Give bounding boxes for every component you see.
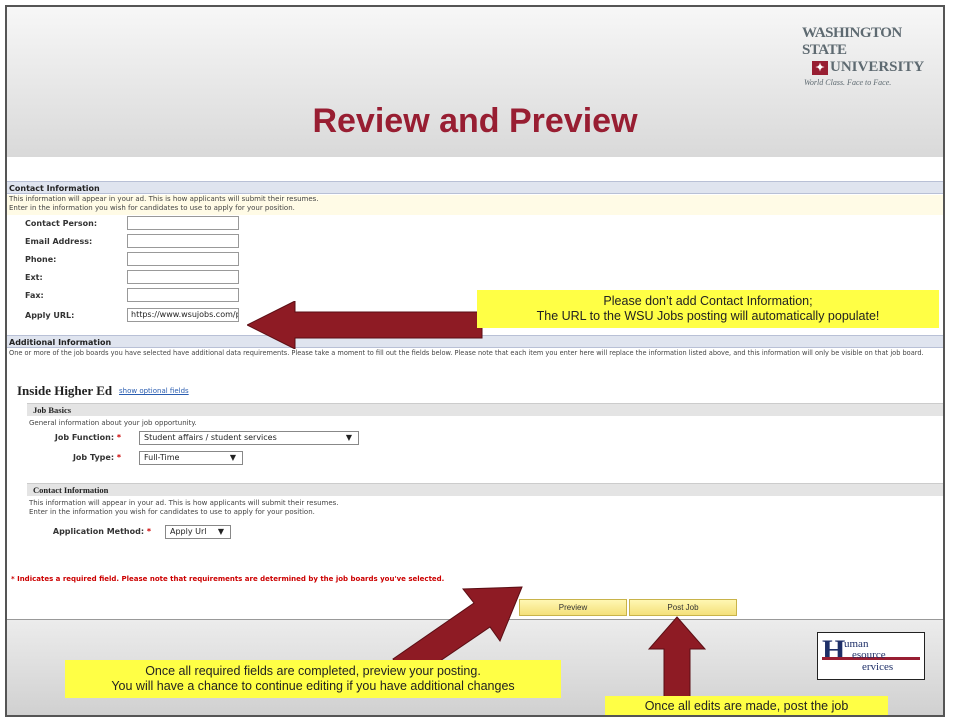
- contact-person-label: Contact Person:: [25, 219, 98, 228]
- required-field-note: * Indicates a required field. Please not…: [11, 575, 445, 583]
- wsu-logo: WASHINGTON STATE ✦ UNIVERSITY World Class…: [802, 25, 932, 87]
- email-address-field[interactable]: [127, 234, 239, 248]
- slide: WASHINGTON STATE ✦ UNIVERSITY World Class…: [5, 5, 945, 717]
- inside-higher-ed-title: Inside Higher Ed: [17, 383, 113, 398]
- apply-url-field[interactable]: https://www.wsujobs.com/po: [127, 308, 239, 322]
- slide-title: Review and Preview: [312, 102, 638, 140]
- wsu-cougar-mark-icon: ✦: [812, 60, 828, 75]
- contact-section-note: This information will appear in your ad.…: [7, 195, 943, 215]
- job-function-select[interactable]: Student affairs / student services ▼: [139, 431, 359, 445]
- phone-label: Phone:: [25, 255, 57, 264]
- phone-field[interactable]: [127, 252, 239, 266]
- hrs-logo: H uman esource ervices: [817, 632, 925, 680]
- post-job-callout: Once all edits are made, post the job: [605, 696, 888, 715]
- contact-section-header: Contact Information: [7, 181, 943, 194]
- additional-section-note: One or more of the job boards you have s…: [7, 349, 943, 360]
- chevron-down-icon: ▼: [217, 527, 224, 536]
- application-method-label: Application Method: *: [52, 527, 151, 536]
- job-type-label: Job Type: *: [72, 453, 121, 462]
- fax-field[interactable]: [127, 288, 239, 302]
- application-method-select[interactable]: Apply Url ▼: [165, 525, 231, 539]
- contact-person-field[interactable]: [127, 216, 239, 230]
- ext-field[interactable]: [127, 270, 239, 284]
- ihe-contact-header: Contact Information: [27, 483, 943, 496]
- arrow-to-post-job-icon: [647, 616, 707, 704]
- ihe-contact-note: This information will appear in your ad.…: [29, 499, 339, 516]
- wsu-logo-line1: WASHINGTON STATE: [802, 25, 902, 58]
- apply-url-label: Apply URL:: [25, 311, 75, 320]
- chevron-down-icon: ▼: [229, 453, 236, 462]
- chevron-down-icon: ▼: [345, 433, 352, 442]
- wsu-logo-line2: UNIVERSITY: [830, 59, 925, 75]
- job-function-label: Job Function: *: [54, 433, 121, 442]
- contact-info-callout: Please don’t add Contact Information; Th…: [477, 290, 939, 328]
- ext-label: Ext:: [25, 273, 43, 282]
- job-type-select[interactable]: Full-Time ▼: [139, 451, 243, 465]
- fax-label: Fax:: [25, 291, 44, 300]
- preview-button[interactable]: Preview: [519, 599, 627, 616]
- job-basics-note: General information about your job oppor…: [29, 419, 197, 427]
- form-screenshot: Contact Information This information wil…: [7, 157, 943, 597]
- wsu-logo-tagline: World Class. Face to Face.: [804, 78, 892, 87]
- preview-callout: Once all required fields are completed, …: [65, 660, 561, 698]
- arrow-to-contact-icon: [247, 301, 483, 349]
- post-job-button[interactable]: Post Job: [629, 599, 737, 616]
- show-optional-fields-link[interactable]: show optional fields: [119, 387, 189, 395]
- job-basics-header: Job Basics: [27, 403, 943, 416]
- email-address-label: Email Address:: [25, 237, 93, 246]
- slide-header: WASHINGTON STATE ✦ UNIVERSITY World Class…: [7, 7, 943, 158]
